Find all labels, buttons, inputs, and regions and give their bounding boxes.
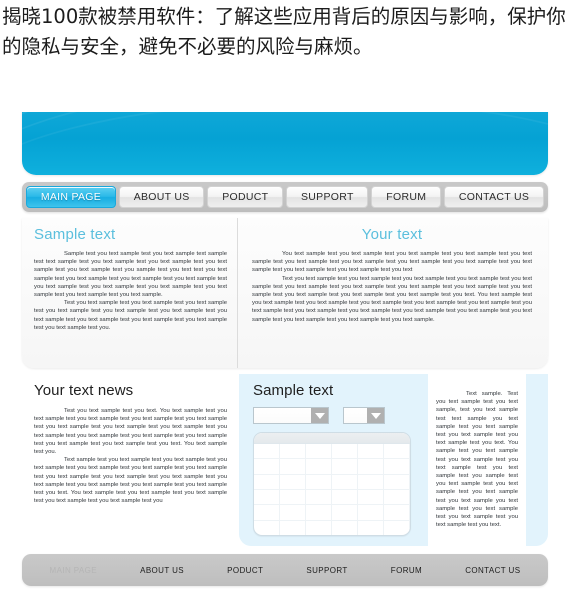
grid-cell[interactable] [384, 444, 410, 460]
sample-text-paragraph-1: Sample test you text sample test you tex… [34, 251, 227, 299]
panel-heading: Sample text [253, 382, 334, 399]
primary-select[interactable] [253, 407, 329, 424]
data-grid-body[interactable] [254, 444, 410, 535]
grid-cell[interactable] [384, 459, 410, 475]
grid-cell[interactable] [254, 474, 280, 490]
your-text-paragraph-1: You text sample test you text sample tes… [252, 251, 532, 274]
grid-cell[interactable] [384, 489, 410, 506]
nav-item-poduct[interactable]: PODUCT [207, 186, 284, 208]
grid-cell[interactable] [332, 444, 358, 460]
your-text-paragraph-2: Text you text sample test you text sampl… [252, 275, 532, 323]
grid-cell[interactable] [358, 459, 384, 475]
grid-cell[interactable] [332, 459, 358, 475]
panel-side-text-column: Text sample. Test you text sample test y… [428, 374, 526, 546]
webpage-mockup: MAIN PAGE ABOUT US PODUCT SUPPORT FORUM … [0, 0, 570, 600]
data-grid-header-row [254, 433, 410, 444]
sample-text-heading: Sample text [34, 226, 116, 243]
footer-link-forum[interactable]: FORUM [369, 566, 443, 575]
secondary-select-value[interactable] [344, 408, 367, 423]
panel-side-text: Text sample. Test you text sample test y… [436, 391, 518, 529]
footer-link-poduct[interactable]: PODUCT [206, 566, 285, 575]
grid-cell[interactable] [280, 459, 306, 475]
grid-cell[interactable] [280, 520, 306, 535]
grid-cell[interactable] [254, 520, 280, 535]
panel-controls-column: Sample text [253, 382, 428, 538]
panel-select-row [253, 407, 428, 424]
bottom-content-section: Your text news Test you text sample test… [22, 374, 548, 546]
your-text-column: Your text You text sample test you text … [238, 218, 548, 368]
grid-cell[interactable] [254, 489, 280, 506]
sample-text-panel: Sample text Text sample. Test you text s… [239, 374, 548, 546]
grid-cell[interactable] [306, 444, 332, 460]
grid-cell[interactable] [280, 505, 306, 521]
grid-cell[interactable] [384, 474, 410, 490]
sample-text-paragraph-2: Test you text sample test you text sampl… [34, 300, 227, 331]
footer-link-main-page[interactable]: MAIN PAGE [28, 566, 119, 575]
nav-item-support[interactable]: SUPPORT [286, 186, 369, 208]
grid-cell[interactable] [306, 520, 332, 535]
grid-cell[interactable] [358, 520, 384, 535]
grid-cell[interactable] [332, 520, 358, 535]
primary-select-value[interactable] [254, 408, 311, 423]
main-navigation: MAIN PAGE ABOUT US PODUCT SUPPORT FORUM … [22, 182, 548, 212]
grid-cell[interactable] [254, 505, 280, 521]
nav-item-about-us[interactable]: ABOUT US [118, 186, 205, 208]
secondary-select[interactable] [343, 407, 385, 424]
grid-cell[interactable] [358, 474, 384, 490]
footer-navigation: MAIN PAGE ABOUT US PODUCT SUPPORT FORUM … [22, 554, 548, 586]
news-paragraph-1: Test you text sample test you text. You … [34, 408, 227, 456]
news-paragraph-2: Text sample test you text sample test yo… [34, 457, 227, 505]
grid-cell[interactable] [358, 444, 384, 460]
grid-cell[interactable] [306, 474, 332, 490]
top-content-section: Sample text Sample test you text sample … [22, 218, 548, 368]
grid-cell[interactable] [306, 505, 332, 521]
grid-cell[interactable] [358, 505, 384, 521]
footer-link-about-us[interactable]: ABOUT US [119, 566, 206, 575]
nav-item-contact-us[interactable]: CONTACT US [444, 186, 544, 208]
grid-cell[interactable] [384, 520, 410, 535]
nav-item-forum[interactable]: FORUM [371, 186, 442, 208]
data-grid[interactable] [253, 432, 411, 536]
grid-cell[interactable] [332, 505, 358, 521]
grid-cell[interactable] [358, 489, 384, 506]
chevron-down-icon[interactable] [367, 408, 384, 423]
grid-cell[interactable] [280, 444, 306, 460]
chevron-down-icon[interactable] [311, 408, 328, 423]
footer-link-contact-us[interactable]: CONTACT US [444, 566, 542, 575]
your-text-heading: Your text [361, 226, 423, 243]
grid-cell[interactable] [332, 489, 358, 506]
news-heading: Your text news [34, 382, 134, 399]
grid-cell[interactable] [280, 474, 306, 490]
grid-cell[interactable] [280, 489, 306, 506]
news-column: Your text news Test you text sample test… [22, 374, 239, 546]
grid-cell[interactable] [384, 505, 410, 521]
grid-cell[interactable] [332, 474, 358, 490]
nav-item-main-page[interactable]: MAIN PAGE [26, 186, 116, 208]
grid-cell[interactable] [306, 459, 332, 475]
footer-link-support[interactable]: SUPPORT [285, 566, 369, 575]
sample-text-column: Sample text Sample test you text sample … [22, 218, 238, 368]
grid-cell[interactable] [254, 444, 280, 460]
grid-cell[interactable] [306, 489, 332, 506]
grid-cell[interactable] [254, 459, 280, 475]
hero-banner [22, 24, 548, 175]
